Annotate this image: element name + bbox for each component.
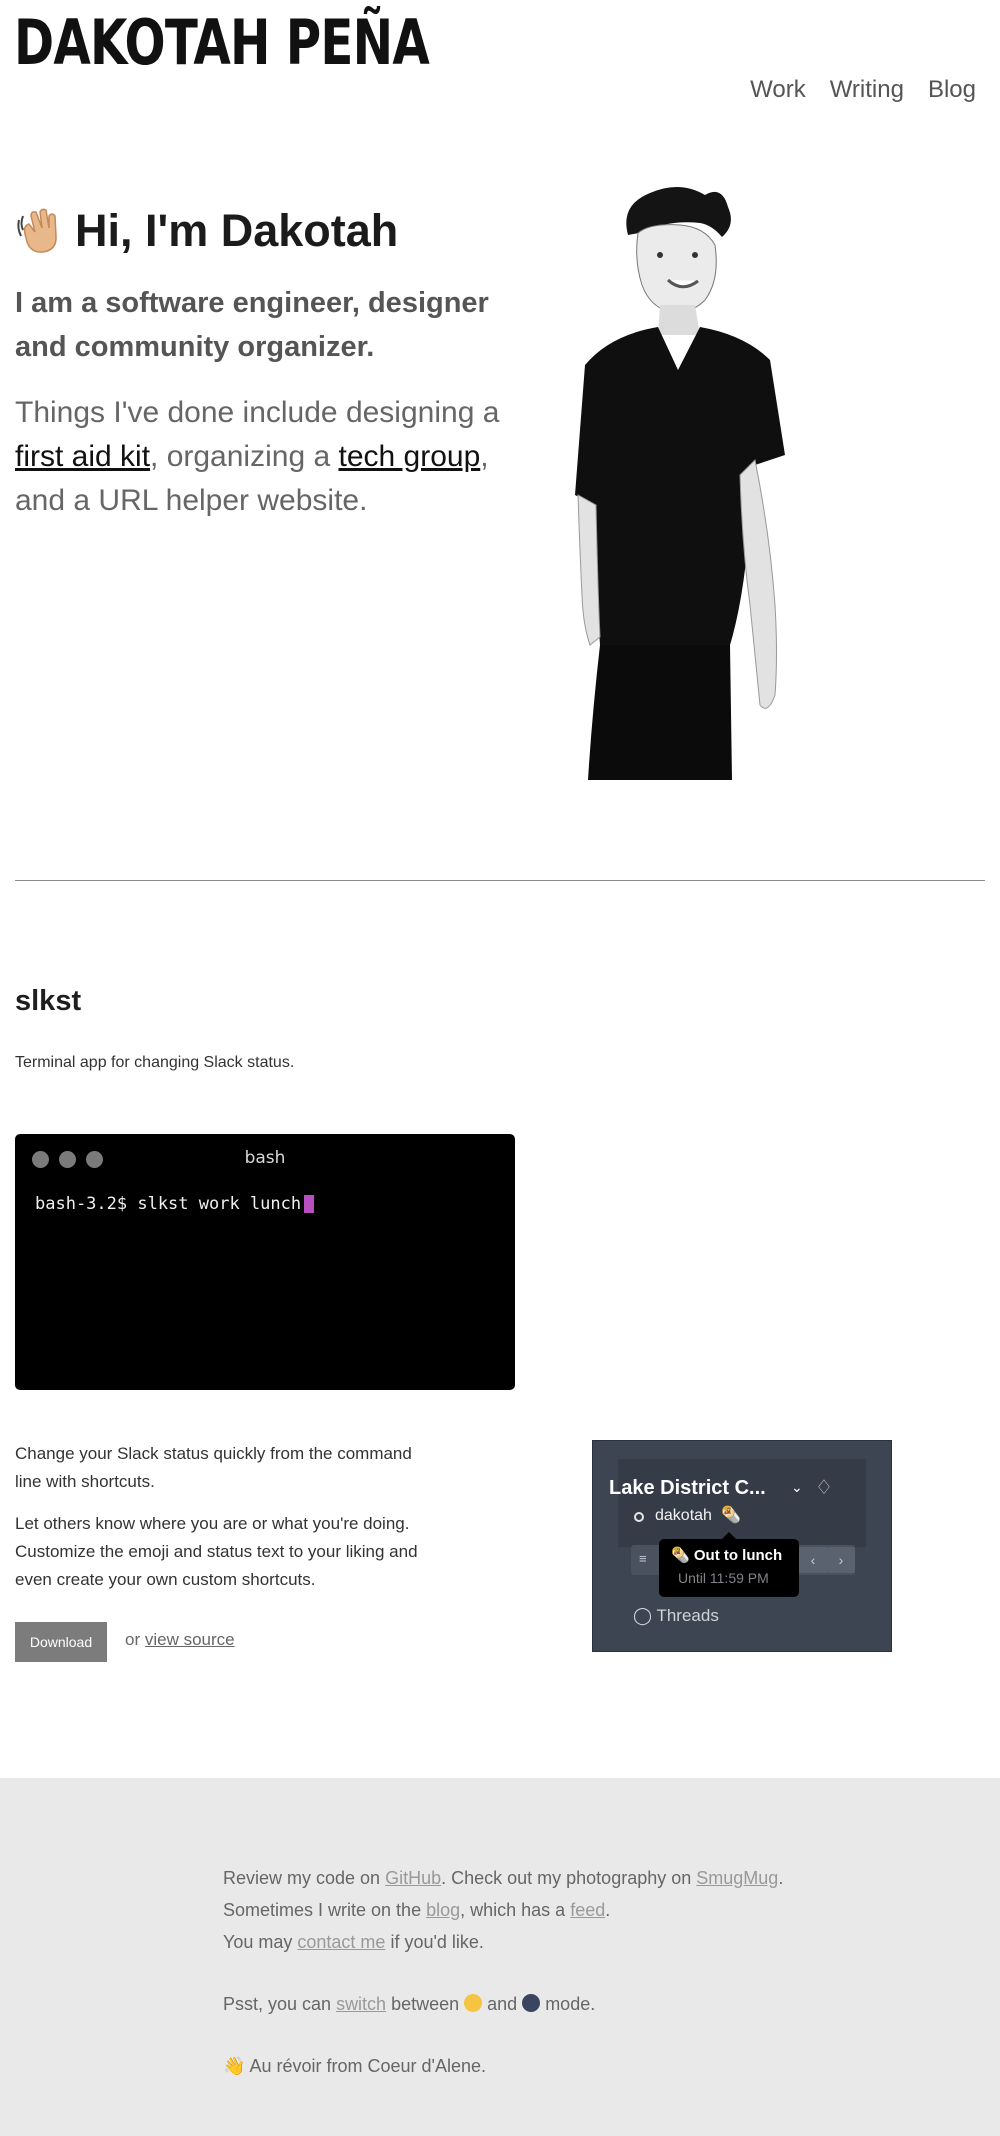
footer-text: Review my code on <box>223 1868 386 1888</box>
burrito-icon: 🌯 <box>721 1507 741 1524</box>
description-paragraph-2: Let others know where you are or what yo… <box>15 1514 418 1589</box>
search-icon: ≡ <box>639 1551 647 1566</box>
terminal-window: bash bash-3.2$ slkst work lunch <box>15 1134 515 1390</box>
back-arrow-icon: ‹ <box>799 1547 827 1573</box>
tagline: I am a software engineer, designer and c… <box>15 287 489 363</box>
section-divider <box>15 880 985 881</box>
threads-label: Threads <box>656 1606 719 1625</box>
project-title: slkst <box>15 985 82 1017</box>
terminal-cursor <box>304 1195 315 1213</box>
footer-line-mode: Psst, you can switch between and mode. <box>223 1988 783 2020</box>
threads-icon: ◯ <box>633 1606 653 1625</box>
footer-text: if you'd like. <box>385 1932 484 1952</box>
footer-text: . <box>778 1868 784 1888</box>
slack-workspace-name: Lake District C... <box>609 1477 766 1499</box>
waving-hand-icon <box>17 208 57 253</box>
accomplishments: Things I've done include designing a fir… <box>15 391 505 523</box>
terminal-prompt: bash-3.2$ slkst work lunch <box>35 1194 302 1214</box>
main-nav: Work Writing Blog <box>750 76 976 104</box>
contact-link[interactable]: contact me <box>297 1932 385 1952</box>
nav-blog[interactable]: Blog <box>928 76 976 104</box>
footer-content: Review my code on GitHub. Check out my p… <box>223 1862 783 2082</box>
sun-face-icon <box>464 1994 483 2012</box>
or-text: or <box>125 1630 145 1649</box>
moon-face-icon <box>522 1994 541 2012</box>
status-tooltip: 🌯 Out to lunch Until 11:59 PM <box>659 1532 799 1597</box>
footer-line-blog: Sometimes I write on the blog, which has… <box>223 1894 783 1926</box>
accomplishments-mid: , organizing a <box>150 440 339 473</box>
terminal-command-line: bash-3.2$ slkst work lunch <box>35 1194 315 1214</box>
footer-line-code: Review my code on GitHub. Check out my p… <box>223 1862 783 1894</box>
smugmug-link[interactable]: SmugMug <box>696 1868 778 1888</box>
tech-group-link[interactable]: tech group <box>338 440 480 473</box>
status-text: Out to lunch <box>693 1547 783 1564</box>
mode-switch-link[interactable]: switch <box>336 1994 386 2014</box>
slack-workspace-header <box>618 1459 866 1547</box>
footer-text: between <box>386 1994 465 2014</box>
greeting-heading: Hi, I'm Dakotah <box>15 205 505 257</box>
footer-text: , which has a <box>460 1900 571 1920</box>
terminal-title: bash <box>244 1148 286 1168</box>
nav-work[interactable]: Work <box>750 76 806 104</box>
waving-hand-icon: 👋 <box>223 2056 246 2076</box>
slack-username: dakotah <box>655 1507 712 1524</box>
bell-icon: ♢ <box>815 1477 833 1499</box>
footer-text: . Check out my photography on <box>441 1868 697 1888</box>
status-expiry: Until 11:59 PM <box>678 1570 769 1586</box>
download-button[interactable]: Download <box>15 1622 107 1662</box>
farewell-text: Au révoir from Coeur d'Alene. <box>249 2056 486 2076</box>
portrait-photo <box>500 175 845 780</box>
status-tooltip-title: 🌯 Out to lunch <box>671 1547 783 1564</box>
accomplishments-intro: Things I've done include designing a <box>15 396 500 429</box>
footer-text: Psst, you can <box>223 1994 337 2014</box>
footer-text: . <box>605 1900 611 1920</box>
slack-status-screenshot: Lake District C... ⌄ ♢ dakotah 🌯 ≡ ‹ › 🌯… <box>592 1440 892 1652</box>
greeting-text: Hi, I'm Dakotah <box>75 205 399 256</box>
nav-writing[interactable]: Writing <box>830 76 904 104</box>
site-title[interactable]: DAKOTAH PEÑA <box>14 8 430 78</box>
first-aid-kit-link[interactable]: first aid kit <box>15 440 150 473</box>
footer-farewell: 👋 Au révoir from Coeur d'Alene. <box>223 2050 783 2082</box>
chevron-down-icon: ⌄ <box>791 1479 803 1495</box>
description-paragraph-1: Change your Slack status quickly from th… <box>15 1444 412 1491</box>
view-source-link[interactable]: view source <box>145 1630 235 1649</box>
footer-line-contact: You may contact me if you'd like. <box>223 1926 783 1958</box>
hero-section: Hi, I'm Dakotah I am a software engineer… <box>15 205 505 523</box>
footer-text: mode. <box>540 1994 596 2014</box>
github-link[interactable]: GitHub <box>385 1868 441 1888</box>
presence-icon <box>634 1512 644 1522</box>
footer-text: and <box>482 1994 523 2014</box>
threads-item: ◯ Threads <box>633 1606 719 1626</box>
forward-arrow-icon: › <box>827 1547 855 1573</box>
project-subtitle: Terminal app for changing Slack status. <box>15 1054 295 1071</box>
blog-link[interactable]: blog <box>426 1900 460 1920</box>
footer-text: You may <box>223 1932 298 1952</box>
site-footer: Review my code on GitHub. Check out my p… <box>0 1778 1000 2136</box>
project-description: Change your Slack status quickly from th… <box>15 1440 425 1594</box>
footer-text: Sometimes I write on the <box>223 1900 427 1920</box>
feed-link[interactable]: feed <box>570 1900 605 1920</box>
view-source-line: or view source <box>125 1630 235 1650</box>
